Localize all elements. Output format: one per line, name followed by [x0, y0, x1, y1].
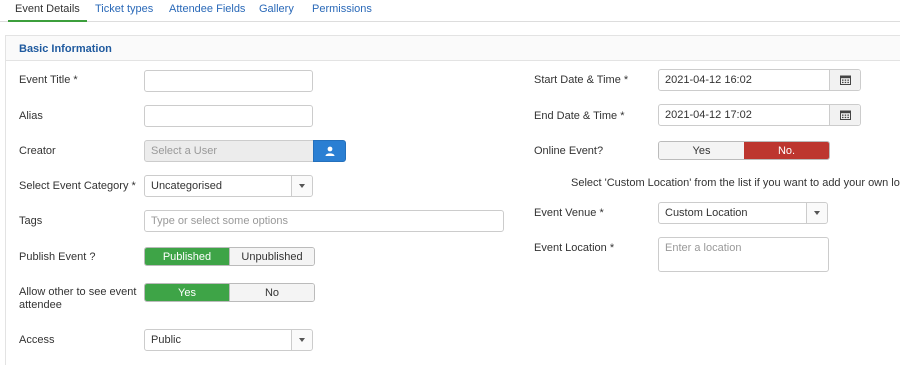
unpublished-option[interactable]: Unpublished — [229, 248, 314, 265]
allow-yes-option[interactable]: Yes — [145, 284, 229, 301]
publish-event-toggle: Published Unpublished — [144, 247, 315, 266]
event-category-value: Uncategorised — [151, 180, 222, 192]
event-location-label: Event Location * — [534, 242, 615, 254]
tab-gallery[interactable]: Gallery — [252, 0, 301, 22]
event-venue-value: Custom Location — [665, 207, 748, 219]
event-venue-select[interactable]: Custom Location — [658, 202, 828, 224]
calendar-icon — [839, 75, 851, 85]
start-calendar-button[interactable] — [829, 70, 860, 90]
end-date-field — [658, 104, 861, 126]
start-date-input[interactable] — [659, 70, 829, 90]
allow-no-option[interactable]: No — [229, 284, 314, 301]
event-category-label: Select Event Category * — [19, 180, 136, 192]
panel-title: Basic Information — [19, 43, 112, 55]
allow-see-attendee-label: Allow other to see event attendee — [19, 286, 137, 311]
custom-location-note: Select 'Custom Location' from the list i… — [571, 177, 900, 189]
chevron-down-icon — [806, 203, 827, 223]
event-title-label: Event Title * — [19, 74, 78, 86]
tags-input[interactable] — [144, 210, 504, 232]
tab-attendee-fields[interactable]: Attendee Fields — [162, 0, 252, 22]
online-event-label: Online Event? — [534, 145, 604, 157]
end-date-label: End Date & Time * — [534, 110, 625, 122]
publish-event-label: Publish Event ? — [19, 251, 96, 263]
start-date-field — [658, 69, 861, 91]
tab-ticket-types[interactable]: Ticket types — [88, 0, 160, 22]
alias-input[interactable] — [144, 105, 313, 127]
published-option[interactable]: Published — [145, 248, 229, 265]
creator-input[interactable] — [144, 140, 314, 162]
start-date-label: Start Date & Time * — [534, 74, 629, 86]
calendar-icon — [839, 110, 851, 120]
event-location-input[interactable] — [658, 237, 829, 272]
online-event-toggle: Yes No. — [658, 141, 830, 160]
online-yes-option[interactable]: Yes — [659, 142, 744, 159]
chevron-down-icon — [291, 176, 312, 196]
access-value: Public — [151, 334, 181, 346]
event-venue-label: Event Venue * — [534, 207, 604, 219]
tab-permissions[interactable]: Permissions — [305, 0, 379, 22]
event-title-input[interactable] — [144, 70, 313, 92]
online-no-option[interactable]: No. — [744, 142, 829, 159]
end-calendar-button[interactable] — [829, 105, 860, 125]
access-label: Access — [19, 334, 55, 346]
tab-event-details[interactable]: Event Details — [8, 0, 87, 22]
select-user-button[interactable] — [313, 140, 346, 162]
panel-header: Basic Information — [6, 36, 900, 61]
event-category-select[interactable]: Uncategorised — [144, 175, 313, 197]
chevron-down-icon — [291, 330, 312, 350]
user-icon — [325, 146, 334, 156]
tags-label: Tags — [19, 215, 43, 227]
end-date-input[interactable] — [659, 105, 829, 125]
alias-label: Alias — [19, 110, 43, 122]
tab-bar: Event Details Ticket types Attendee Fiel… — [0, 0, 900, 22]
creator-label: Creator — [19, 145, 56, 157]
allow-see-attendee-toggle: Yes No — [144, 283, 315, 302]
access-select[interactable]: Public — [144, 329, 313, 351]
